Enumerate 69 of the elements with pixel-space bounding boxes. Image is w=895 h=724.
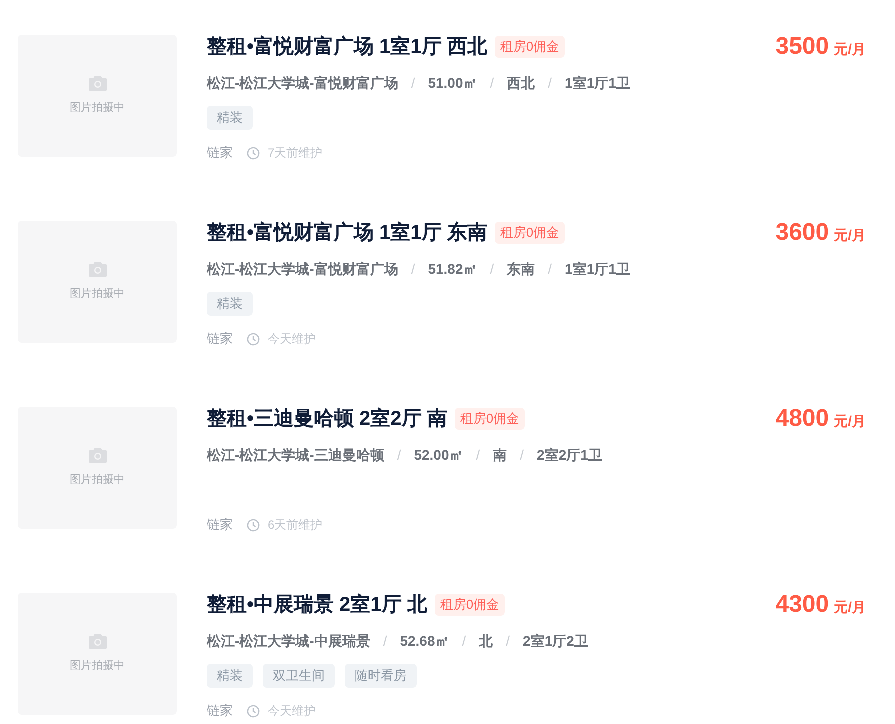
camera-icon: [88, 448, 106, 463]
listing-detail: 51.00㎡: [428, 74, 478, 92]
clock-icon: [247, 146, 260, 160]
listing-detail: 南: [493, 446, 508, 464]
price: 4800: [776, 404, 830, 434]
agency-name: 链家: [207, 516, 233, 534]
listing-detail: 51.82㎡: [428, 260, 478, 278]
listing-detail: 52.68㎡: [400, 632, 450, 650]
clock-icon: [247, 332, 260, 346]
placeholder-text: 图片拍摄中: [70, 286, 125, 302]
listing-detail: 52.00㎡: [414, 446, 464, 464]
feature-tag: 精装: [207, 106, 253, 130]
separator: /: [548, 74, 552, 92]
listing-detail: 西北: [507, 74, 536, 92]
feature-tag: 随时看房: [345, 664, 417, 688]
placeholder-text: 图片拍摄中: [70, 658, 125, 674]
price-unit: 元/月: [834, 40, 866, 59]
placeholder-text: 图片拍摄中: [70, 100, 125, 116]
listing-detail: 松江-松江大学城-三迪曼哈顿: [207, 446, 384, 464]
commission-badge: 租房0佣金: [455, 408, 525, 430]
listing-title[interactable]: 整租•中展瑞景 2室1厅 北: [207, 593, 428, 617]
separator: /: [411, 74, 416, 92]
price: 4300: [776, 590, 830, 620]
commission-badge: 租房0佣金: [435, 594, 505, 616]
listing-title[interactable]: 整租•富悦财富广场 1室1厅 西北: [207, 35, 488, 59]
listing-detail: 北: [479, 632, 494, 650]
commission-badge: 租房0佣金: [495, 222, 565, 244]
separator: /: [411, 260, 416, 278]
clock-icon: [247, 518, 260, 532]
agency-name: 链家: [207, 702, 233, 720]
update-time: 6天前维护: [268, 517, 323, 534]
update-time: 今天维护: [268, 331, 316, 348]
listing-title[interactable]: 整租•三迪曼哈顿 2室2厅 南: [207, 407, 448, 431]
price-unit: 元/月: [834, 598, 866, 617]
separator: /: [462, 632, 466, 650]
price-unit: 元/月: [834, 226, 866, 245]
separator: /: [476, 446, 480, 464]
feature-tag: 精装: [207, 664, 253, 688]
price-unit: 元/月: [834, 412, 866, 431]
update-time: 7天前维护: [268, 145, 323, 162]
agency-name: 链家: [207, 330, 233, 348]
listing-detail: 松江-松江大学城-富悦财富广场: [207, 74, 398, 92]
separator: /: [490, 260, 494, 278]
commission-badge: 租房0佣金: [495, 36, 565, 58]
separator: /: [506, 632, 510, 650]
separator: /: [490, 74, 494, 92]
listing-detail: 2室1厅2卫: [523, 632, 588, 650]
feature-tag: 双卫生间: [263, 664, 335, 688]
price: 3600: [776, 218, 830, 248]
listing-detail: 松江-松江大学城-富悦财富广场: [207, 260, 398, 278]
feature-tag: 精装: [207, 292, 253, 316]
separator: /: [383, 632, 388, 650]
update-time: 今天维护: [268, 703, 316, 720]
listing-title[interactable]: 整租•富悦财富广场 1室1厅 东南: [207, 221, 488, 245]
camera-icon: [88, 634, 106, 649]
price: 3500: [776, 32, 830, 62]
listing-detail: 1室1厅1卫: [565, 260, 630, 278]
camera-icon: [88, 76, 106, 91]
listing-detail: 1室1厅1卫: [565, 74, 630, 92]
separator: /: [520, 446, 524, 464]
camera-icon: [88, 262, 106, 277]
listing-detail: 东南: [507, 260, 536, 278]
listing-detail: 2室2厅1卫: [537, 446, 602, 464]
clock-icon: [247, 704, 260, 718]
separator: /: [548, 260, 552, 278]
separator: /: [397, 446, 402, 464]
placeholder-text: 图片拍摄中: [70, 472, 125, 488]
listing-detail: 松江-松江大学城-中展瑞景: [207, 632, 370, 650]
agency-name: 链家: [207, 144, 233, 162]
